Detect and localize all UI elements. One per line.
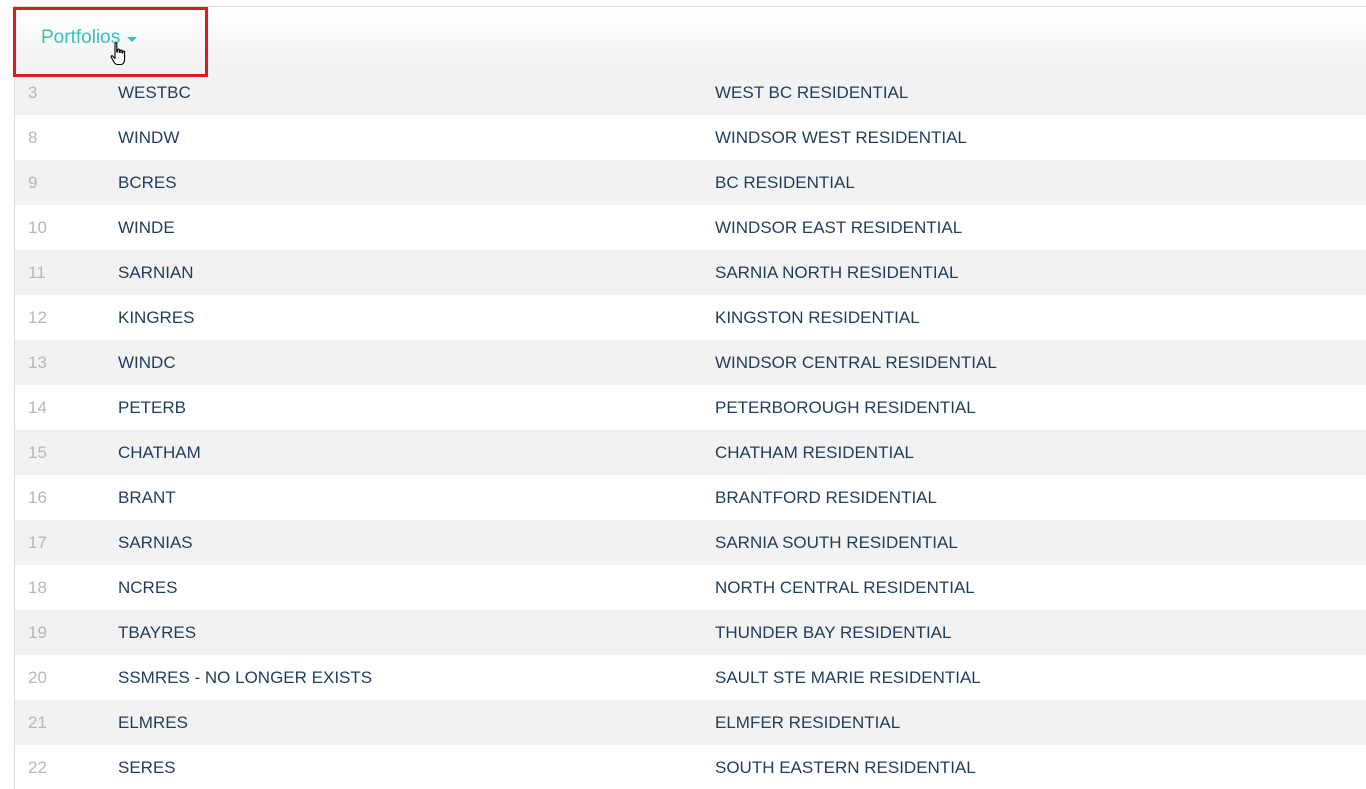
row-id: 21 [28,712,47,732]
row-name: KINGSTON RESIDENTIAL [715,307,920,327]
table-row[interactable]: 22 SERES SOUTH EASTERN RESIDENTIAL [15,745,1366,789]
portfolio-panel: Portfolios 3 WESTBC WEST BC RESIDENTIAL … [14,6,1366,789]
row-id: 16 [28,487,47,507]
row-name: NORTH CENTRAL RESIDENTIAL [715,577,975,597]
row-name: THUNDER BAY RESIDENTIAL [715,622,952,642]
table-row[interactable]: 14 PETERB PETERBOROUGH RESIDENTIAL [15,385,1366,430]
table-row[interactable]: 16 BRANT BRANTFORD RESIDENTIAL [15,475,1366,520]
row-id: 8 [28,127,38,147]
table-row[interactable]: 17 SARNIAS SARNIA SOUTH RESIDENTIAL [15,520,1366,565]
table-row[interactable]: 13 WINDC WINDSOR CENTRAL RESIDENTIAL [15,340,1366,385]
row-id: 11 [28,262,46,282]
row-name: BRANTFORD RESIDENTIAL [715,487,937,507]
table-row[interactable]: 8 WINDW WINDSOR WEST RESIDENTIAL [15,115,1366,160]
row-id: 20 [28,667,47,687]
row-name: BC RESIDENTIAL [715,172,855,192]
hand-pointer-icon [110,42,126,66]
row-id: 14 [28,397,47,417]
table-row[interactable]: 3 WESTBC WEST BC RESIDENTIAL [15,70,1366,115]
row-name: SOUTH EASTERN RESIDENTIAL [715,757,976,777]
row-name: SARNIA SOUTH RESIDENTIAL [715,532,958,552]
row-code: SARNIAS [118,532,193,552]
row-code: TBAYRES [118,622,197,642]
row-code: WESTBC [118,82,191,102]
row-code: NCRES [118,577,178,597]
table-row[interactable]: 21 ELMRES ELMFER RESIDENTIAL [15,700,1366,745]
table-row[interactable]: 20 SSMRES - NO LONGER EXISTS SAULT STE M… [15,655,1366,700]
caret-down-icon [127,36,138,42]
toolbar: Portfolios [15,7,1366,71]
row-id: 17 [28,532,47,552]
table-row[interactable]: 10 WINDE WINDSOR EAST RESIDENTIAL [15,205,1366,250]
row-name: WEST BC RESIDENTIAL [715,82,909,102]
row-code: SARNIAN [118,262,194,282]
row-code: SSMRES - NO LONGER EXISTS [118,667,373,687]
row-code: PETERB [118,397,187,417]
row-code: ELMRES [118,712,188,732]
row-name: WINDSOR CENTRAL RESIDENTIAL [715,352,997,372]
row-code: WINDW [118,127,180,147]
table-row[interactable]: 15 CHATHAM CHATHAM RESIDENTIAL [15,430,1366,475]
row-code: WINDE [118,217,175,237]
row-id: 18 [28,577,47,597]
row-code: BCRES [118,172,177,192]
table-row[interactable]: 18 NCRES NORTH CENTRAL RESIDENTIAL [15,565,1366,610]
row-name: WINDSOR WEST RESIDENTIAL [715,127,967,147]
row-id: 9 [28,172,38,192]
row-id: 15 [28,442,47,462]
table-row[interactable]: 9 BCRES BC RESIDENTIAL [15,160,1366,205]
row-id: 12 [28,307,47,327]
row-name: SAULT STE MARIE RESIDENTIAL [715,667,981,687]
row-code: CHATHAM [118,442,201,462]
row-name: CHATHAM RESIDENTIAL [715,442,914,462]
row-id: 3 [28,82,38,102]
row-name: PETERBOROUGH RESIDENTIAL [715,397,976,417]
row-name: SARNIA NORTH RESIDENTIAL [715,262,959,282]
portfolios-menu-label: Portfolios [41,27,121,48]
row-id: 13 [28,352,47,372]
row-id: 19 [28,622,47,642]
row-code: BRANT [118,487,176,507]
table-row[interactable]: 19 TBAYRES THUNDER BAY RESIDENTIAL [15,610,1366,655]
table-row[interactable]: 12 KINGRES KINGSTON RESIDENTIAL [15,295,1366,340]
row-code: SERES [118,757,176,777]
row-code: KINGRES [118,307,195,327]
row-id: 10 [28,217,47,237]
row-name: WINDSOR EAST RESIDENTIAL [715,217,963,237]
table-row[interactable]: 11 SARNIAN SARNIA NORTH RESIDENTIAL [15,250,1366,295]
row-code: WINDC [118,352,176,372]
row-name: ELMFER RESIDENTIAL [715,712,901,732]
row-id: 22 [28,757,47,777]
portfolio-table: 3 WESTBC WEST BC RESIDENTIAL 8 WINDW WIN… [15,70,1366,789]
